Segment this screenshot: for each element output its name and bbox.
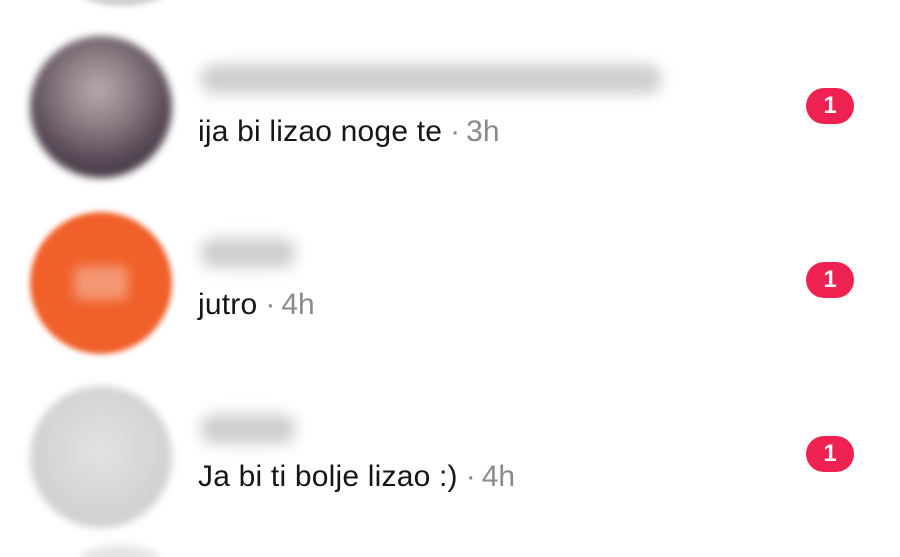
- timestamp: 3h: [466, 115, 500, 148]
- avatar[interactable]: [30, 386, 172, 528]
- redacted-username: [200, 414, 296, 444]
- redacted-username: [200, 64, 662, 94]
- avatar[interactable]: [30, 36, 172, 178]
- message-preview: Ja bi ti bolje lizao :) · 4h: [198, 459, 515, 495]
- dot-separator: ·: [465, 460, 476, 493]
- message-text: Ja bi ti bolje lizao :): [198, 460, 458, 493]
- redacted-username: [200, 238, 296, 268]
- unread-badge: 1: [806, 262, 854, 298]
- message-text: jutro: [198, 288, 258, 321]
- partial-avatar-above: [72, 0, 172, 6]
- message-text: ija bi lizao noge te: [198, 115, 443, 148]
- message-preview: jutro · 4h: [198, 287, 315, 323]
- avatar-initials-redacted: [74, 266, 128, 300]
- unread-badge: 1: [806, 436, 854, 472]
- message-preview: ija bi lizao noge te · 3h: [198, 114, 500, 150]
- conversation-row[interactable]: jutro · 4h 1: [0, 196, 900, 366]
- dot-separator: ·: [450, 115, 461, 148]
- timestamp: 4h: [281, 288, 315, 321]
- dot-separator: ·: [265, 288, 276, 321]
- unread-badge: 1: [806, 88, 854, 124]
- conversation-row[interactable]: ija bi lizao noge te · 3h 1: [0, 20, 900, 190]
- avatar[interactable]: [30, 212, 172, 354]
- conversation-row[interactable]: Ja bi ti bolje lizao :) · 4h 1: [0, 370, 900, 540]
- partial-avatar-below: [80, 545, 160, 557]
- timestamp: 4h: [481, 460, 516, 493]
